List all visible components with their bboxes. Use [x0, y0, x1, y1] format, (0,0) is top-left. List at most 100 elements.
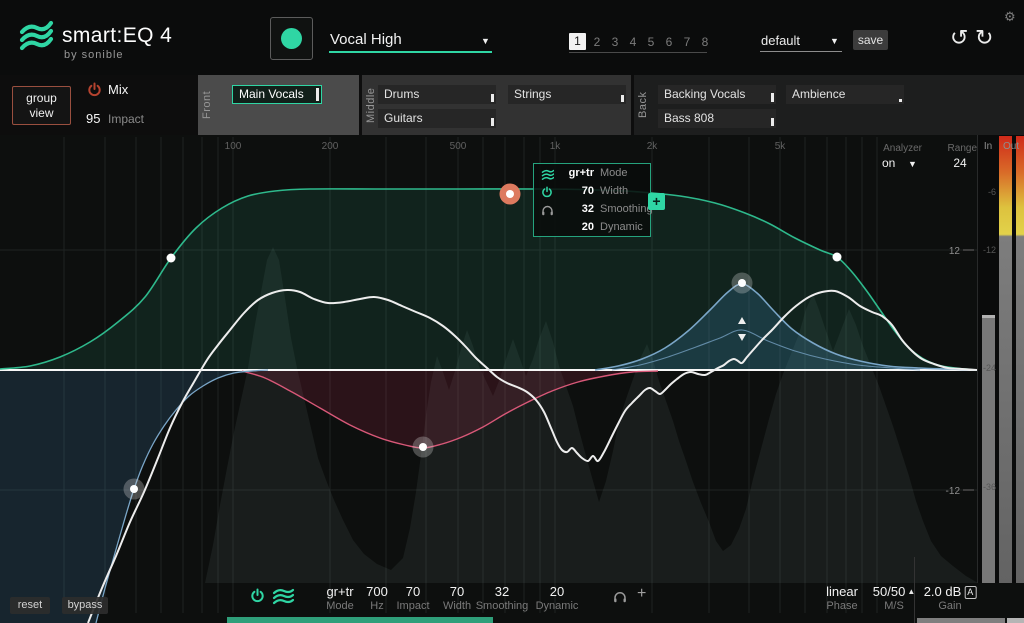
- tooltip-dynamic-label: Dynamic: [600, 221, 643, 233]
- tooltip-row: 32 Smoothing: [534, 201, 650, 218]
- band-param-width[interactable]: 70Width: [443, 584, 471, 612]
- header-bar: smart:EQ 4 by sonible Vocal High ▼ 1 2 3…: [0, 0, 1024, 75]
- settings-gear-icon[interactable]: ⚙: [1004, 9, 1016, 25]
- band-param-mode[interactable]: gr+trMode: [326, 584, 354, 612]
- preset-slot-1[interactable]: 1: [569, 33, 586, 50]
- tooltip-mode-label: Mode: [600, 167, 628, 179]
- gain-scale-label: -12: [946, 486, 961, 497]
- add-icon[interactable]: +: [637, 585, 646, 603]
- analyzer-select[interactable]: on: [882, 156, 895, 170]
- add-band-button[interactable]: +: [648, 193, 665, 210]
- band-param-smoothing[interactable]: 32Smoothing: [476, 584, 529, 612]
- band-tooltip: gr+tr Mode 70 Width 32 Smoothing 20 Dyna…: [533, 163, 651, 237]
- smart-wave-icon[interactable]: [271, 587, 295, 610]
- headphones-icon[interactable]: [613, 590, 627, 608]
- band-power-button[interactable]: [250, 588, 265, 608]
- mix-power-button[interactable]: [87, 82, 102, 102]
- freq-tick-label: 1k: [550, 141, 561, 152]
- track-chip-ambience[interactable]: Ambience: [786, 85, 904, 104]
- bypass-button[interactable]: bypass: [62, 597, 108, 614]
- freq-tick-label: 500: [450, 141, 467, 152]
- app-title: smart:EQ 4: [62, 24, 172, 48]
- freq-tick-label: 200: [322, 141, 339, 152]
- band-handle-dynamic-boost-dot: [738, 279, 746, 287]
- record-circle-icon: [281, 28, 302, 49]
- app-subtitle: by sonible: [64, 49, 124, 61]
- band-param-dynamic[interactable]: 20Dynamic: [536, 584, 579, 612]
- phase-control[interactable]: linearPhase: [826, 584, 858, 612]
- redo-icon[interactable]: ↻: [975, 26, 993, 50]
- tooltip-width-value[interactable]: 70: [556, 185, 594, 197]
- band-param-impact[interactable]: 70Impact: [396, 584, 429, 612]
- preset-slot-5[interactable]: 5: [644, 35, 658, 49]
- green-curve-node-low-dot[interactable]: [167, 254, 176, 263]
- out-meter-bar: [999, 136, 1012, 583]
- preset-slot-8[interactable]: 8: [698, 35, 712, 49]
- tooltip-row: 20 Dynamic: [534, 219, 650, 236]
- footer-divider: [914, 557, 915, 623]
- gain-control[interactable]: 2.0 dBA Gain: [924, 584, 977, 612]
- meter-scale-label: -24: [983, 363, 996, 373]
- tooltip-smoothing-value[interactable]: 32: [556, 203, 594, 215]
- range-value[interactable]: 24: [948, 156, 972, 170]
- ms-control[interactable]: 50/50▲ M/S: [873, 584, 915, 612]
- track-chip-label: Strings: [514, 87, 551, 101]
- track-chip-drums[interactable]: Drums: [378, 85, 496, 104]
- learn-button[interactable]: [270, 17, 313, 60]
- track-chip-label: Drums: [384, 87, 419, 101]
- impact-value[interactable]: 95: [86, 111, 100, 126]
- track-level-bar: [491, 118, 494, 126]
- save-button[interactable]: save: [853, 30, 888, 50]
- auto-gain-badge[interactable]: A: [964, 586, 976, 599]
- tooltip-width-label: Width: [600, 185, 628, 197]
- profile-underline: [329, 51, 492, 53]
- band-param-freq[interactable]: 700Hz: [366, 584, 388, 612]
- track-chip-backing-vocals[interactable]: Backing Vocals: [658, 85, 776, 104]
- freq-tick-label: 2k: [647, 141, 658, 152]
- green-curve-node-high-dot[interactable]: [833, 253, 842, 262]
- tooltip-dynamic-value[interactable]: 20: [556, 221, 594, 233]
- preset-select[interactable]: default: [761, 33, 800, 48]
- in-meter-label: In: [980, 141, 996, 152]
- track-chip-label: Bass 808: [664, 111, 714, 125]
- in-meter-bar: [982, 318, 995, 583]
- group-section-label: Middle: [365, 81, 377, 129]
- corner-scrollbar-track[interactable]: [917, 618, 1005, 623]
- preset-slot-2[interactable]: 2: [590, 35, 604, 49]
- tooltip-smoothing-label: Smoothing: [600, 203, 653, 215]
- freq-tick-label: 100: [225, 141, 242, 152]
- profile-caret-icon[interactable]: ▼: [481, 36, 490, 46]
- tooltip-mode-value[interactable]: gr+tr: [556, 167, 594, 179]
- track-level-bar: [771, 93, 774, 102]
- freq-tick-label: 5k: [775, 141, 786, 152]
- preset-underline: [760, 51, 842, 52]
- group-view-button[interactable]: group view: [12, 86, 71, 125]
- preset-caret-icon[interactable]: ▼: [830, 36, 839, 46]
- active-band-handle-700hz-dot: [506, 190, 514, 198]
- track-chip-strings[interactable]: Strings: [508, 85, 626, 104]
- preset-slot-7[interactable]: 7: [680, 35, 694, 49]
- eq-curves: [0, 184, 978, 623]
- group-section-label: Back: [637, 81, 649, 129]
- undo-icon[interactable]: ↺: [950, 26, 968, 50]
- preset-slot-3[interactable]: 3: [608, 35, 622, 49]
- track-chip-main-vocals[interactable]: Main Vocals: [232, 85, 322, 104]
- track-level-bar: [771, 118, 774, 126]
- preset-slot-6[interactable]: 6: [662, 35, 676, 49]
- analyzer-label: Analyzer: [858, 143, 922, 154]
- corner-scrollbar-thumb[interactable]: [1007, 618, 1024, 623]
- mix-label: Mix: [108, 82, 128, 97]
- track-chip-bass-808[interactable]: Bass 808: [658, 109, 776, 128]
- profile-select[interactable]: Vocal High: [330, 31, 402, 48]
- track-level-bar: [491, 94, 494, 102]
- preset-slot-4[interactable]: 4: [626, 35, 640, 49]
- analyzer-caret-icon[interactable]: ▼: [908, 159, 917, 169]
- smarteq4-window: -6-12-24-3612-12 1002005001k2k5k Analyze…: [0, 0, 1024, 623]
- sonible-logo-icon: [15, 17, 57, 59]
- reset-button[interactable]: reset: [10, 597, 50, 614]
- out-meter-bar2: [1016, 136, 1024, 583]
- meter-scale-label: -36: [983, 482, 996, 492]
- track-chip-guitars[interactable]: Guitars: [378, 109, 496, 128]
- h-scrollbar[interactable]: [227, 617, 493, 623]
- preset-slot-underline: [569, 52, 707, 53]
